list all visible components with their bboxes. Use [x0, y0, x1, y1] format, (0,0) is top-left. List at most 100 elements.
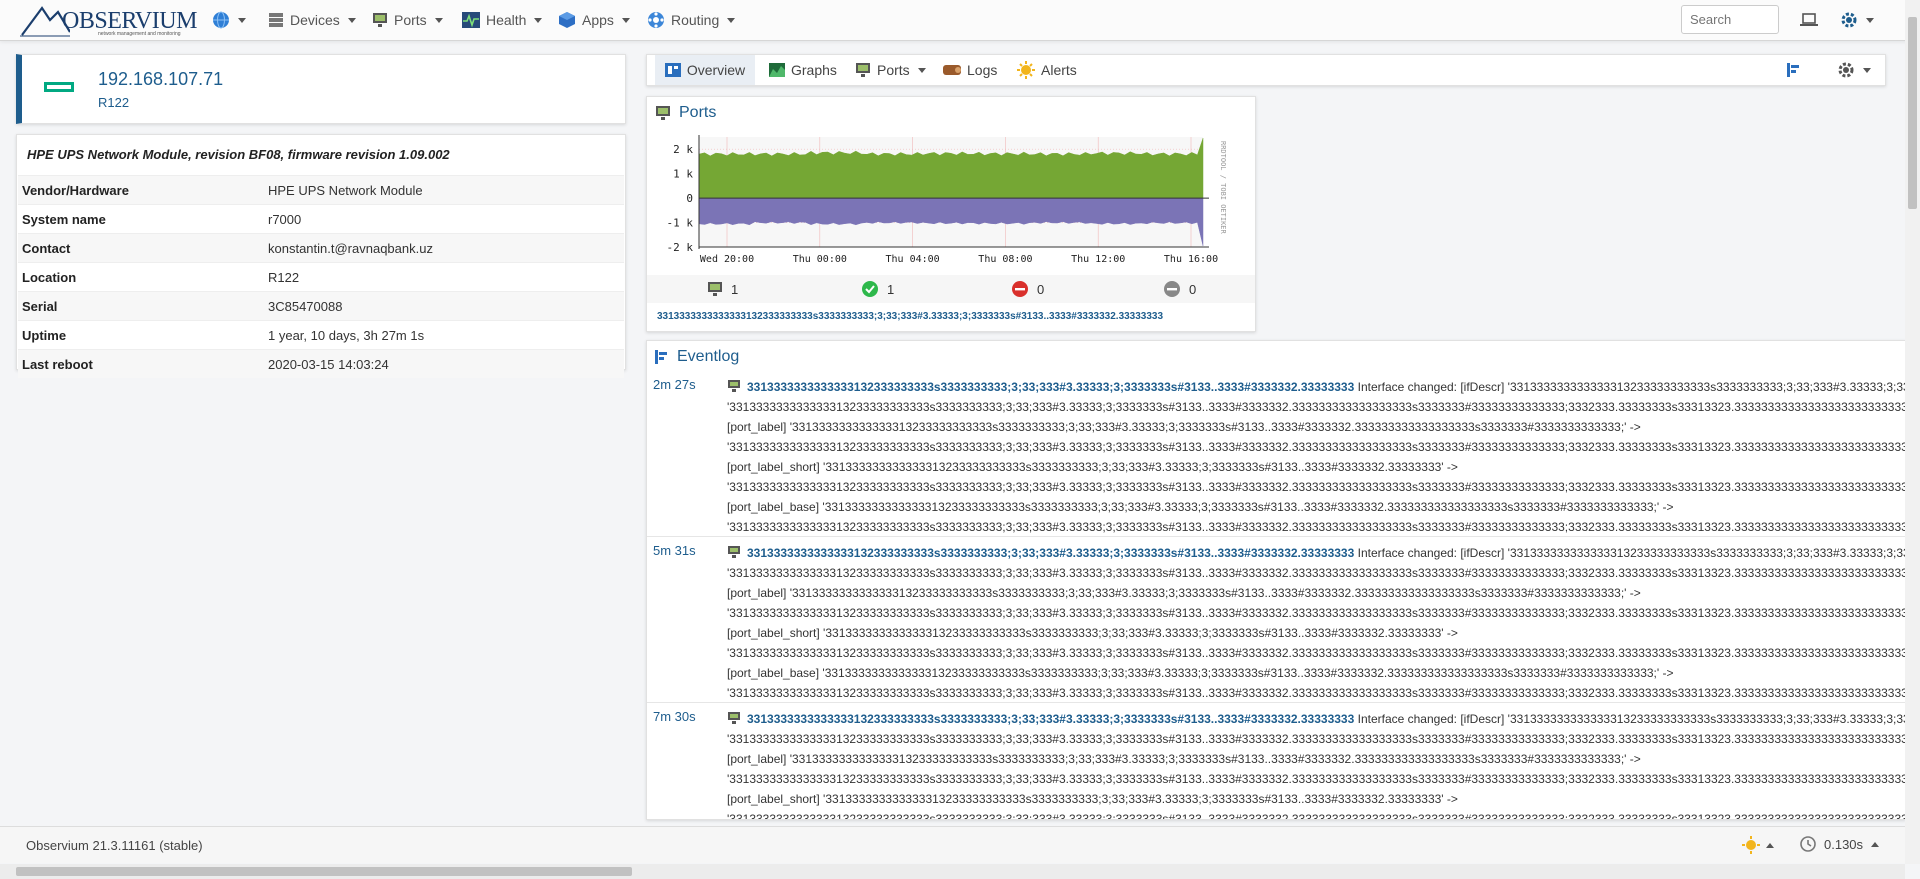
vertical-scrollbar[interactable]: [1905, 0, 1920, 864]
info-key: Last reboot: [18, 349, 264, 378]
hpe-logo-icon: [44, 82, 74, 92]
event-time: 7m 30s: [653, 709, 696, 724]
nav-globe-menu[interactable]: [212, 0, 246, 40]
device-hostname[interactable]: 192.168.107.71: [98, 69, 223, 90]
ports-down[interactable]: 0: [1011, 275, 1044, 303]
horizontal-scrollbar[interactable]: [0, 864, 1905, 879]
device-info-panel: HPE UPS Network Module, revision BF08, f…: [16, 134, 626, 378]
graph-x-tick-label: Thu 16:00: [1164, 254, 1218, 265]
search-input[interactable]: [1681, 5, 1779, 34]
nav-health[interactable]: Health: [462, 0, 543, 40]
globe-icon: [213, 11, 229, 29]
eventlog-title[interactable]: Eventlog: [655, 345, 739, 369]
event-message-line: '331333333333333313233333333333s33333333…: [727, 732, 1906, 746]
version-label: Observium 21.3.11161 (stable): [26, 838, 203, 853]
tab-graphs-label: Graphs: [791, 62, 837, 78]
info-key: Vendor/Hardware: [18, 175, 264, 205]
ports-panel-title[interactable]: Ports: [655, 101, 716, 125]
laptop-button[interactable]: [1800, 0, 1818, 40]
info-key: Location: [18, 262, 264, 292]
ports-up[interactable]: 1: [861, 275, 894, 303]
event-message-line: '331333333333333313233333333333s33333333…: [727, 400, 1906, 414]
alert-icon: [1017, 61, 1035, 79]
eventlog-title-label: Eventlog: [677, 348, 740, 365]
nav-ports[interactable]: Ports: [372, 0, 443, 40]
nav-devices[interactable]: Devices: [268, 0, 356, 40]
tab-logs[interactable]: Logs: [943, 55, 997, 85]
event-row: 5m 31s 3313333333333333132333333333s3333…: [647, 537, 1906, 702]
graph-y-tick-label: 2 k: [673, 143, 693, 156]
device-description: HPE UPS Network Module, revision BF08, f…: [27, 147, 450, 162]
ports-disabled[interactable]: 0: [1163, 275, 1196, 303]
chevron-down-icon: [1866, 17, 1874, 23]
chevron-down-icon: [621, 17, 630, 23]
monitor-icon: [656, 106, 670, 120]
ports-title-label: Ports: [679, 104, 717, 121]
align-icon: [1787, 63, 1799, 77]
tab-ports[interactable]: Ports: [855, 55, 926, 85]
horizontal-scroll-thumb[interactable]: [16, 867, 632, 876]
event-port-link[interactable]: 3313333333333333132333333333s3333333333;…: [747, 712, 1354, 726]
chevron-down-icon: [727, 17, 736, 23]
logo-tagline: network management and monitoring: [98, 31, 181, 37]
monitor-icon: [708, 282, 722, 296]
page-timing-value: 0.130s: [1824, 836, 1864, 852]
graph-side-label: RRDTOOL / TOBI OETIKER: [1219, 141, 1227, 235]
device-header[interactable]: 192.168.107.71 R122: [16, 54, 626, 124]
nav-routing[interactable]: Routing: [647, 0, 736, 40]
event-message-line: Interface changed: [ifDescr] '3313333333…: [1357, 380, 1905, 394]
tab-alerts[interactable]: Alerts: [1017, 55, 1077, 85]
event-message-line: '331333333333333313233333333333s33333333…: [727, 772, 1906, 786]
event-row: 7m 30s 3313333333333333132333333333s3333…: [647, 703, 1906, 819]
ports-up-count: 1: [887, 281, 895, 297]
eventlog-panel: Eventlog 2m 27s 331333333333333313233333…: [646, 340, 1906, 820]
ports-total[interactable]: 1: [707, 275, 738, 303]
tab-bar-options[interactable]: [1787, 55, 1801, 85]
nav-apps[interactable]: Apps: [558, 0, 630, 40]
top-navbar: OBSERVIUM network management and monitor…: [0, 0, 1920, 41]
graph-x-tick-label: Thu 04:00: [886, 254, 940, 265]
graph-x-tick-label: Wed 20:00: [700, 254, 754, 265]
event-port-link[interactable]: 3313333333333333132333333333s3333333333;…: [747, 546, 1354, 560]
event-message-line: '331333333333333313233333333333s33333333…: [727, 480, 1906, 494]
vertical-scroll-thumb[interactable]: [1908, 17, 1917, 209]
graph-y-tick-label: -1 k: [667, 217, 694, 230]
info-value: r7000: [264, 204, 624, 234]
event-message-line: [port_label_short] '33133333333333331323…: [727, 460, 1458, 474]
chevron-down-icon: [347, 17, 356, 23]
port-link[interactable]: 3313333333333333132333333333s3333333333;…: [657, 311, 1163, 322]
event-message-line: '331333333333333313233333333333s33333333…: [727, 566, 1906, 580]
tab-graphs[interactable]: Graphs: [769, 55, 837, 85]
chevron-down-icon: [1863, 67, 1871, 73]
event-message-line: [port_label_base] '331333333333333313233…: [727, 500, 1674, 514]
traffic-graph[interactable]: 2 k 1 k 0 -1 k -2 k Wed 20:00 Thu 00:00 Thu 04:…: [655, 131, 1235, 271]
alerts-footer-button[interactable]: [1742, 836, 1774, 854]
chevron-up-icon: [1766, 842, 1774, 848]
settings-menu[interactable]: [1840, 0, 1874, 40]
tab-overview-label: Overview: [686, 62, 746, 78]
table-row: Uptime 1 year, 10 days, 3h 27m 1s: [18, 320, 624, 350]
event-message-line: '331333333333333313233333333333s33333333…: [727, 686, 1906, 700]
event-port-link[interactable]: 3313333333333333132333333333s3333333333;…: [747, 380, 1354, 394]
event-message-line: '331333333333333313233333333333s33333333…: [727, 606, 1906, 620]
nav-ports-label: Ports: [394, 12, 427, 28]
tab-overview[interactable]: Overview: [655, 55, 755, 85]
info-key: Uptime: [18, 320, 264, 350]
graph-y-tick-label: -2 k: [667, 241, 694, 254]
event-message-line: [port_label] '33133333333333331323333333…: [727, 586, 1641, 600]
info-value: R122: [264, 262, 624, 292]
info-value: konstantin.t@ravnaqbank.uz: [264, 233, 624, 263]
monitor-icon: [728, 712, 740, 724]
graph-icon: [769, 63, 785, 77]
alert-icon: [1742, 836, 1760, 854]
logs-icon: [943, 65, 961, 75]
gear-icon: [1841, 12, 1857, 28]
info-key: Contact: [18, 233, 264, 263]
chevron-down-icon: [917, 67, 926, 73]
page-timing-button[interactable]: 0.130s: [1800, 836, 1880, 852]
info-value: 1 year, 10 days, 3h 27m 1s: [264, 320, 624, 350]
chevron-down-icon: [238, 17, 246, 23]
observium-logo[interactable]: OBSERVIUM network management and monitor…: [20, 2, 197, 38]
device-settings-menu[interactable]: [1837, 55, 1871, 85]
event-row: 2m 27s 3313333333333333132333333333s3333…: [647, 371, 1906, 536]
